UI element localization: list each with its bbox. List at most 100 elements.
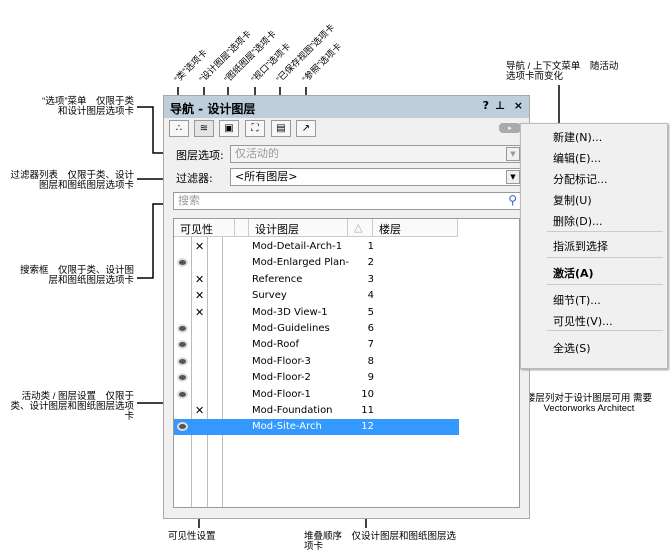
sheet-layers-icon: ▣: [224, 123, 234, 134]
design-layers-icon: ≋: [199, 123, 209, 134]
eye-icon[interactable]: [177, 258, 188, 268]
eye-icon[interactable]: [177, 422, 188, 432]
table-row[interactable]: Mod-Enlarged Plan- 2: [174, 255, 459, 271]
menu-item[interactable]: 激活(A): [553, 265, 594, 281]
chevron-down-icon: ▼: [506, 170, 520, 184]
stack-order: 4: [367, 290, 374, 302]
table-row[interactable]: Mod-Floor-1 10: [174, 387, 459, 403]
annotation-search-box: 搜索框 仅限于类、设计图层和图纸图层选项卡: [19, 265, 134, 286]
menu-item[interactable]: 全选(S): [553, 340, 591, 356]
annotation-options-menu: “选项”菜单 仅限于类和设计图层选项卡: [42, 96, 134, 117]
menu-item[interactable]: 编辑(E)...: [553, 150, 601, 166]
menu-item[interactable]: 新建(N)...: [553, 129, 602, 145]
table-row[interactable]: Mod-Roof 7: [174, 337, 459, 353]
classes-icon: ∴: [175, 123, 183, 134]
close-button[interactable]: ×: [514, 99, 523, 112]
annotation-visibility: 可见性设置: [168, 531, 216, 542]
menu-item[interactable]: 删除(D)...: [553, 213, 603, 229]
layer-name: Mod-Floor-1: [252, 388, 311, 400]
layer-name: Reference: [252, 273, 303, 285]
tab-classes[interactable]: ∴: [169, 120, 189, 137]
palette-title-bar[interactable]: 导航 - 设计图层 ? ⊥ ×: [164, 96, 529, 118]
layer-name: Mod-Floor-3: [252, 355, 311, 367]
stack-order: 11: [361, 405, 374, 416]
tab-saved-views[interactable]: ▤: [271, 120, 291, 137]
table-row[interactable]: Mod-Floor-3 8: [174, 354, 459, 370]
menu-separator: [547, 257, 663, 258]
tab-viewports[interactable]: ⛶: [245, 120, 265, 137]
menu-item[interactable]: 细节(T)...: [553, 292, 601, 308]
stack-order: 2: [367, 257, 374, 269]
annotation-stack-order: 堆叠顺序 仅设计图层和图纸图层选项卡: [304, 531, 457, 552]
table-row[interactable]: ✕ Mod-3D View-1 5: [174, 305, 459, 321]
table-row[interactable]: ✕ Survey 4: [174, 288, 459, 304]
annotation-active-setting: 活动类 / 图层设置 仅限于类、设计图层和图纸图层选项卡: [10, 391, 134, 422]
search-placeholder: 搜索: [178, 194, 200, 207]
layer-name: Mod-Foundation: [252, 405, 333, 416]
column-stack-order[interactable]: △: [348, 219, 373, 237]
pin-button[interactable]: ⊥: [495, 99, 505, 112]
layer-options-value: 仅活动的: [235, 147, 279, 160]
palette-title: 导航 - 设计图层: [170, 102, 256, 116]
column-story[interactable]: 楼层: [373, 219, 458, 237]
annotation-context-menu: 导航 / 上下文菜单 随活动选项卡而变化: [506, 61, 619, 82]
layer-name: Mod-Enlarged Plan-: [252, 257, 350, 269]
search-input[interactable]: 搜索 ⚲: [173, 192, 522, 210]
eye-icon[interactable]: [177, 340, 188, 350]
filter-value: <所有图层>: [235, 170, 298, 183]
menu-separator: [547, 284, 663, 285]
table-row[interactable]: ✕ Reference 3: [174, 272, 459, 288]
table-row[interactable]: Mod-Floor-2 9: [174, 370, 459, 386]
x-icon[interactable]: ✕: [195, 288, 204, 304]
menu-separator: [547, 231, 663, 232]
options-menu-button[interactable]: ▸: [499, 123, 521, 133]
filter-select[interactable]: <所有图层> ▼: [230, 168, 522, 186]
filter-label: 过滤器:: [176, 172, 213, 185]
stack-order: 3: [367, 273, 374, 285]
help-button[interactable]: ?: [483, 99, 489, 112]
layer-name: Mod-Site-Arch: [252, 421, 322, 433]
eye-icon[interactable]: [177, 389, 188, 399]
table-row[interactable]: ✕ Mod-Detail-Arch-1 1: [174, 239, 459, 255]
menu-item[interactable]: 复制(U): [553, 192, 592, 208]
chevron-down-icon: ▼: [506, 147, 520, 161]
eye-icon[interactable]: [177, 324, 188, 333]
menu-item[interactable]: 可见性(V)...: [553, 313, 613, 329]
x-icon[interactable]: ✕: [195, 305, 204, 321]
eye-icon[interactable]: [177, 373, 188, 383]
annotation-filter-list: 过滤器列表 仅限于类、设计图层和图纸图层选项卡: [10, 170, 134, 191]
table-row[interactable]: Mod-Guidelines 6: [174, 321, 459, 337]
column-blank[interactable]: [235, 219, 249, 237]
stack-order: 9: [367, 372, 374, 384]
tab-references[interactable]: ↗: [296, 120, 316, 137]
search-icon: ⚲: [508, 193, 517, 207]
layer-name: Survey: [252, 290, 287, 302]
column-design-layer[interactable]: 设计图层: [249, 219, 348, 237]
annotation-story: 楼层列对于设计图层可用 需要 Vectorworks Architect: [525, 393, 653, 414]
layer-name: Mod-Roof: [252, 339, 299, 351]
stack-order: 12: [361, 421, 374, 433]
stack-order: 10: [361, 388, 374, 400]
menu-item[interactable]: 分配标记...: [553, 171, 608, 187]
x-icon[interactable]: ✕: [195, 239, 204, 255]
x-icon[interactable]: ✕: [195, 272, 204, 288]
tab-design-layers[interactable]: ≋: [194, 120, 214, 137]
stack-order: 1: [367, 241, 374, 252]
layer-name: Mod-Guidelines: [252, 323, 330, 334]
tab-sheet-layers[interactable]: ▣: [219, 120, 239, 137]
layer-options-select[interactable]: 仅活动的 ▼: [230, 145, 522, 163]
stack-order: 5: [367, 306, 374, 318]
table-row[interactable]: Mod-Site-Arch 12: [174, 419, 459, 436]
navigation-palette: 导航 - 设计图层 ? ⊥ × ∴ ≋ ▣ ⛶ ▤ ↗ ▸ 图层选项: 仅活动的…: [163, 95, 530, 519]
column-visibility[interactable]: 可见性: [174, 219, 235, 237]
layer-name: Mod-Floor-2: [252, 372, 311, 384]
stack-order: 8: [367, 355, 374, 367]
layer-options-label: 图层选项:: [176, 149, 224, 162]
stack-order: 7: [367, 339, 374, 351]
table-row[interactable]: ✕ Mod-Foundation 11: [174, 403, 459, 419]
saved-views-icon: ▤: [276, 123, 286, 134]
menu-item[interactable]: 指派到选择: [553, 238, 608, 254]
layer-name: Mod-3D View-1: [252, 306, 328, 318]
x-icon[interactable]: ✕: [195, 403, 204, 419]
eye-icon[interactable]: [177, 356, 188, 366]
